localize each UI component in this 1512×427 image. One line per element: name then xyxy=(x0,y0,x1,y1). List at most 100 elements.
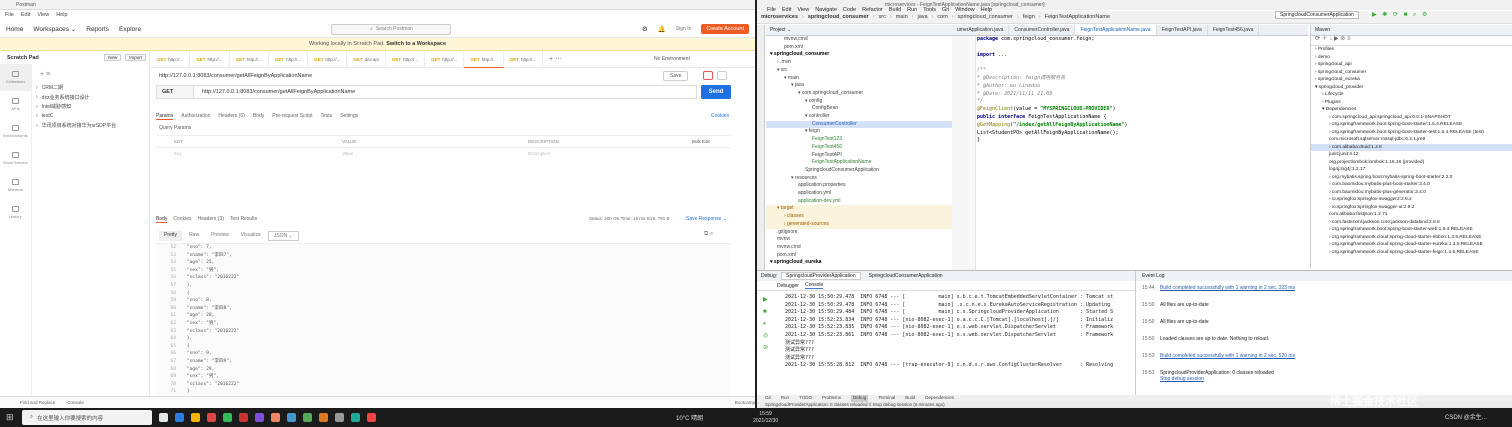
description-input[interactable]: Description xyxy=(528,151,551,156)
request-tab-tests[interactable]: Tests xyxy=(321,113,333,120)
collection-item[interactable]: › testC xyxy=(36,113,53,119)
new-button[interactable]: New xyxy=(104,54,122,61)
menu-item[interactable]: Refactor xyxy=(862,1,883,20)
menu-item[interactable]: File xyxy=(767,1,776,20)
url-input[interactable]: http://127.0.0.1:8083/consumer/getAllFei… xyxy=(194,85,697,99)
edge-icon[interactable] xyxy=(175,413,184,422)
intellij-icon[interactable] xyxy=(255,413,264,422)
value-input[interactable]: Value xyxy=(342,151,528,156)
app-icon[interactable] xyxy=(207,413,216,422)
maven-item[interactable]: › org.springframework.boot:spring-boot-s… xyxy=(1311,121,1512,129)
maven-item[interactable]: › demo xyxy=(1311,54,1512,62)
maven-item[interactable]: com.microsoft.sqlserver:mssql-jdbc:6.2.1… xyxy=(1311,136,1512,144)
maven-item[interactable]: org.projectlombok:lombok:1.16.16 (provid… xyxy=(1311,159,1512,167)
request-tab-prerequest[interactable]: Pre-request Script xyxy=(272,113,312,120)
app-icon[interactable] xyxy=(303,413,312,422)
project-tree-item[interactable]: ▾ config xyxy=(766,98,952,106)
maven-item[interactable]: › com.baomidou:mybatis-plus-boot-starter… xyxy=(1311,181,1512,189)
menu-item[interactable]: Edit xyxy=(782,1,791,20)
editor-tab[interactable]: FeignTestAPI.java xyxy=(1157,25,1208,35)
view-tab-json[interactable]: JSON ⌄ xyxy=(267,231,299,241)
project-tree-item[interactable]: pom.xml xyxy=(766,252,952,260)
import-button[interactable]: Import xyxy=(125,54,146,61)
menu-item[interactable]: Code xyxy=(843,1,856,20)
project-tree-item[interactable]: ▾ java xyxy=(766,82,952,90)
event-text[interactable]: Build completed successfully with 1 warn… xyxy=(1160,285,1295,291)
project-tree-item[interactable]: ConsumerController xyxy=(766,120,952,129)
rail-item-monitors[interactable]: Monitors xyxy=(0,172,31,199)
edit-icon[interactable] xyxy=(703,71,713,80)
menu-item[interactable]: Run xyxy=(907,1,917,20)
project-tree-item[interactable]: pom.xml xyxy=(766,44,952,52)
maven-item[interactable]: › Plugins xyxy=(1311,99,1512,107)
project-tree-item[interactable]: .gitignore xyxy=(766,229,952,237)
debugger-tab-debugger[interactable]: Debugger xyxy=(777,283,799,289)
request-tab[interactable]: GET http://... xyxy=(151,50,191,68)
request-tab[interactable]: GET http://... xyxy=(504,50,543,68)
request-tab-params[interactable]: Params xyxy=(156,113,174,120)
app-icon[interactable] xyxy=(287,413,296,422)
app-icon[interactable] xyxy=(239,413,248,422)
task-view-icon[interactable] xyxy=(159,413,168,422)
maven-item[interactable]: › com.springcloud_api:springcloud_api:0.… xyxy=(1311,114,1512,122)
run-config-select[interactable]: SpringcloudConsumerApplication xyxy=(1275,11,1359,19)
maven-item[interactable]: › com.fasterxml.jackson.core:jackson-dat… xyxy=(1311,219,1512,227)
bell-icon[interactable]: 🔔 xyxy=(658,25,666,33)
project-tree-item[interactable]: mvnw.cmd xyxy=(766,36,952,44)
explore-nav[interactable]: Explore xyxy=(119,26,141,33)
save-button[interactable]: Save xyxy=(663,71,689,81)
maven-item[interactable]: › Lifecycle xyxy=(1311,91,1512,99)
send-button[interactable]: Send xyxy=(701,85,731,99)
menu-item[interactable]: Help xyxy=(56,10,67,21)
settings-icon[interactable]: ⚙ xyxy=(642,25,648,33)
copy-icon[interactable]: ⧉ ⌕ xyxy=(704,231,713,238)
maven-item[interactable]: › org.springframework.boot:spring-boot-s… xyxy=(1311,129,1512,137)
cookies-link[interactable]: Cookies xyxy=(711,113,729,119)
project-tree-item[interactable]: mvnw.cmd xyxy=(766,244,952,252)
maven-item[interactable]: log4j:log4j:1.2.17 xyxy=(1311,166,1512,174)
collection-item[interactable]: › 华讯项目系统对接华为srSDP平台 xyxy=(36,122,116,130)
project-tree-item[interactable]: FeignTestAPI xyxy=(766,152,952,160)
rail-item-mock-servers[interactable]: Mock Servers xyxy=(0,145,31,172)
tool-tab-problems[interactable]: Problems xyxy=(822,395,841,402)
maven-item[interactable]: › org.mybatis.spring.boot:mybatis-spring… xyxy=(1311,174,1512,182)
project-tree-item[interactable]: mvnw xyxy=(766,236,952,244)
menu-item[interactable]: Help xyxy=(981,1,992,20)
project-tree-item[interactable]: ▾ feign xyxy=(766,128,952,136)
menu-item[interactable]: Edit xyxy=(21,10,30,21)
app-icon[interactable] xyxy=(335,413,344,422)
reports-nav[interactable]: Reports xyxy=(86,26,109,33)
maven-item[interactable]: ▾ springcloud_provider xyxy=(1311,84,1512,92)
collection-item[interactable]: › Intel威胁感知 xyxy=(36,103,71,111)
menu-item[interactable]: Window xyxy=(955,1,975,20)
editor-tab[interactable]: umerApplication.java xyxy=(952,25,1010,35)
windows-start-icon[interactable]: ⊞ xyxy=(6,412,14,423)
maven-item[interactable]: › springcloud_eureka xyxy=(1311,76,1512,84)
menu-item[interactable]: View xyxy=(797,1,809,20)
switch-workspace-link[interactable]: Switch to a Workspace xyxy=(386,41,446,47)
response-tab-cookies[interactable]: Cookies xyxy=(173,216,191,223)
postman-icon[interactable] xyxy=(271,413,280,422)
home-nav[interactable]: Home xyxy=(6,26,23,33)
rail-item-history[interactable]: History xyxy=(0,199,31,226)
app-icon[interactable] xyxy=(367,413,376,422)
menu-item[interactable]: Build xyxy=(889,1,901,20)
request-tab-headers[interactable]: Headers (6) xyxy=(218,113,244,120)
app-icon[interactable] xyxy=(319,413,328,422)
taskbar-search[interactable]: ⌕ 在这里输入你要搜索的内容 xyxy=(22,410,152,425)
menu-item[interactable]: Git xyxy=(942,1,949,20)
request-tab-settings[interactable]: Settings xyxy=(340,113,358,120)
bulk-edit-link[interactable]: Bulk Edit xyxy=(692,139,710,144)
collection-item[interactable]: › CRM二期 xyxy=(36,84,63,92)
response-tab-test[interactable]: Test Results xyxy=(230,216,257,223)
new-tab-icon[interactable]: + ⋯ xyxy=(543,55,568,63)
postman-search-box[interactable]: ⌕ Search Postman xyxy=(331,23,452,35)
explorer-icon[interactable] xyxy=(191,413,200,422)
maven-item[interactable]: › io.springfox:springfox-swagger-ui:2.9.… xyxy=(1311,204,1512,212)
project-tree-item[interactable]: ▾ springcloud_consumer xyxy=(766,51,952,59)
request-tab[interactable]: GET http://... xyxy=(190,50,230,68)
project-tree-item[interactable]: FeignTest456 xyxy=(766,144,952,152)
collection-item[interactable]: › dxz业务系统接口设计 xyxy=(36,94,89,101)
project-tree-item[interactable]: ▾ com.springcloud_consumer xyxy=(766,90,952,98)
response-tab-headers[interactable]: Headers (3) xyxy=(197,216,223,223)
